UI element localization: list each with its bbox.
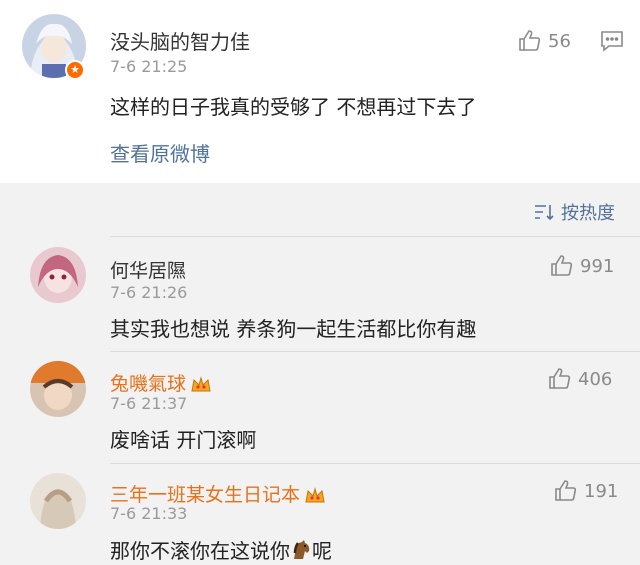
thumbs-up-icon (519, 30, 541, 51)
thumbs-up-icon (551, 255, 573, 276)
comment-text-after: 呢 (312, 539, 332, 563)
post-like-button[interactable]: 56 (518, 29, 571, 53)
comment-like-button[interactable]: 191 (554, 479, 618, 503)
commenter-avatar[interactable] (30, 473, 86, 529)
comment-like-button[interactable]: 406 (548, 367, 612, 391)
commenter-name-text: 三年一班某女生日记本 (110, 484, 301, 506)
divider (110, 236, 640, 237)
divider (110, 463, 640, 464)
comment-timestamp: 7-6 21:26 (110, 283, 188, 302)
comment-icon[interactable] (600, 30, 624, 52)
view-original-link[interactable]: 查看原微博 (110, 138, 210, 167)
comment-text: 废啥话 开门滚啊 (110, 428, 257, 452)
thumbs-up-icon (555, 480, 577, 501)
verified-badge: ★ (65, 60, 85, 80)
horse-emoji-icon (293, 540, 310, 559)
sort-by-hot-button[interactable]: 按热度 (533, 199, 615, 225)
post-author-name[interactable]: 没头脑的智力佳 (110, 26, 250, 55)
commenter-avatar[interactable] (30, 361, 86, 417)
comment-text: 那你不滚你在这说你呢 (110, 535, 332, 564)
comment-timestamp: 7-6 21:33 (110, 504, 188, 523)
comment-like-button[interactable]: 991 (550, 254, 614, 278)
divider (110, 351, 640, 352)
comment-like-count: 191 (584, 480, 619, 502)
vip-crown-icon (305, 486, 325, 502)
commenter-name[interactable]: 何华居隰 (110, 256, 186, 283)
comment-text: 其实我也想说 养条狗一起生活都比你有趣 (110, 317, 477, 341)
commenter-avatar[interactable] (30, 247, 86, 303)
comment-like-count: 991 (580, 255, 615, 277)
sort-label: 按热度 (561, 203, 615, 224)
post-like-count: 56 (548, 30, 571, 52)
commenter-name[interactable]: 三年一班某女生日记本 (110, 480, 326, 507)
original-post-card: ★ 没头脑的智力佳 7-6 21:25 这样的日子我真的受够了 不想再过下去了 … (0, 0, 640, 183)
sort-icon (535, 205, 554, 221)
post-timestamp: 7-6 21:25 (110, 57, 188, 76)
commenter-name-text: 兔嘰氣球 (110, 373, 187, 395)
comment-like-count: 406 (578, 368, 613, 390)
comment-timestamp: 7-6 21:37 (110, 394, 188, 413)
thumbs-up-icon (549, 368, 571, 389)
post-text: 这样的日子我真的受够了 不想再过下去了 (110, 95, 477, 119)
comment-text-before: 那你不滚你在这说你 (110, 539, 290, 563)
vip-crown-icon (191, 375, 211, 391)
commenter-name[interactable]: 兔嘰氣球 (110, 369, 212, 396)
